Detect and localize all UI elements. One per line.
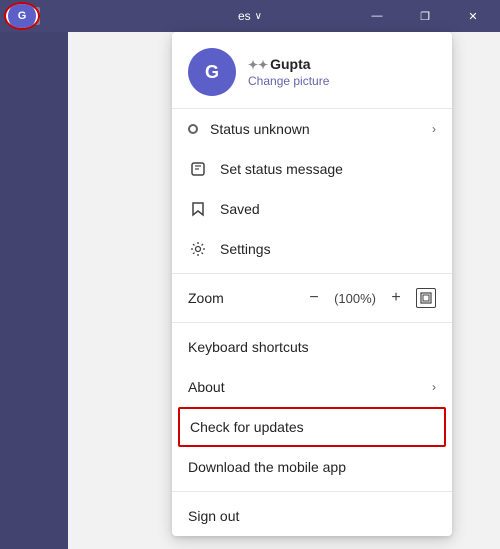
zoom-fit-button[interactable] xyxy=(416,288,436,308)
title-bar-center: es ∨ xyxy=(238,9,262,23)
check-for-updates-label: Check for updates xyxy=(190,419,434,435)
about-menu-item[interactable]: About › xyxy=(172,367,452,407)
profile-section: G ✦✦Gupta Change picture xyxy=(172,32,452,109)
status-dot-icon xyxy=(188,124,198,134)
saved-label: Saved xyxy=(220,201,436,217)
divider-3 xyxy=(172,491,452,492)
sign-out-menu-item[interactable]: Sign out xyxy=(172,496,452,536)
download-mobile-app-menu-item[interactable]: Download the mobile app xyxy=(172,447,452,487)
check-for-updates-menu-item[interactable]: Check for updates xyxy=(178,407,446,447)
settings-menu-item[interactable]: Settings xyxy=(172,229,452,269)
keyboard-shortcuts-menu-item[interactable]: Keyboard shortcuts xyxy=(172,327,452,367)
zoom-value: (100%) xyxy=(334,291,376,306)
zoom-minus-button[interactable]: − xyxy=(302,286,326,310)
change-picture-link[interactable]: Change picture xyxy=(248,74,329,88)
language-selector[interactable]: es xyxy=(238,9,251,23)
restore-button[interactable]: ❐ xyxy=(402,0,448,32)
zoom-label: Zoom xyxy=(188,290,294,306)
status-menu-item[interactable]: Status unknown › xyxy=(172,109,452,149)
zoom-controls: − (100%) + xyxy=(302,286,436,310)
sign-out-label: Sign out xyxy=(188,508,436,524)
profile-info: ✦✦Gupta Change picture xyxy=(248,56,329,88)
close-button[interactable]: ✕ xyxy=(450,0,496,32)
profile-avatar-initials: G xyxy=(205,62,219,83)
minimize-button[interactable]: — xyxy=(354,0,400,32)
zoom-plus-button[interactable]: + xyxy=(384,286,408,310)
keyboard-shortcuts-label: Keyboard shortcuts xyxy=(188,339,436,355)
status-label: Status unknown xyxy=(210,121,420,137)
profile-dropdown: G ✦✦Gupta Change picture Status unknown … xyxy=(172,32,452,536)
set-status-icon xyxy=(188,159,208,179)
saved-icon xyxy=(188,199,208,219)
profile-avatar[interactable]: G xyxy=(188,48,236,96)
set-status-label: Set status message xyxy=(220,161,436,177)
saved-menu-item[interactable]: Saved xyxy=(172,189,452,229)
status-chevron-icon: › xyxy=(432,122,436,136)
settings-icon xyxy=(188,239,208,259)
set-status-menu-item[interactable]: Set status message xyxy=(172,149,452,189)
about-label: About xyxy=(188,379,420,395)
title-bar: es ∨ G — ❐ ✕ xyxy=(0,0,500,32)
divider-1 xyxy=(172,273,452,274)
about-chevron-icon: › xyxy=(432,380,436,394)
zoom-section: Zoom − (100%) + xyxy=(172,278,452,318)
profile-name: ✦✦Gupta xyxy=(248,56,329,72)
title-bar-controls: — ❐ ✕ xyxy=(354,0,496,32)
divider-2 xyxy=(172,322,452,323)
download-mobile-app-label: Download the mobile app xyxy=(188,459,436,475)
settings-label: Settings xyxy=(220,241,436,257)
language-chevron[interactable]: ∨ xyxy=(255,11,262,22)
avatar-initials: G xyxy=(8,2,36,30)
avatar-button[interactable]: G xyxy=(4,2,40,30)
